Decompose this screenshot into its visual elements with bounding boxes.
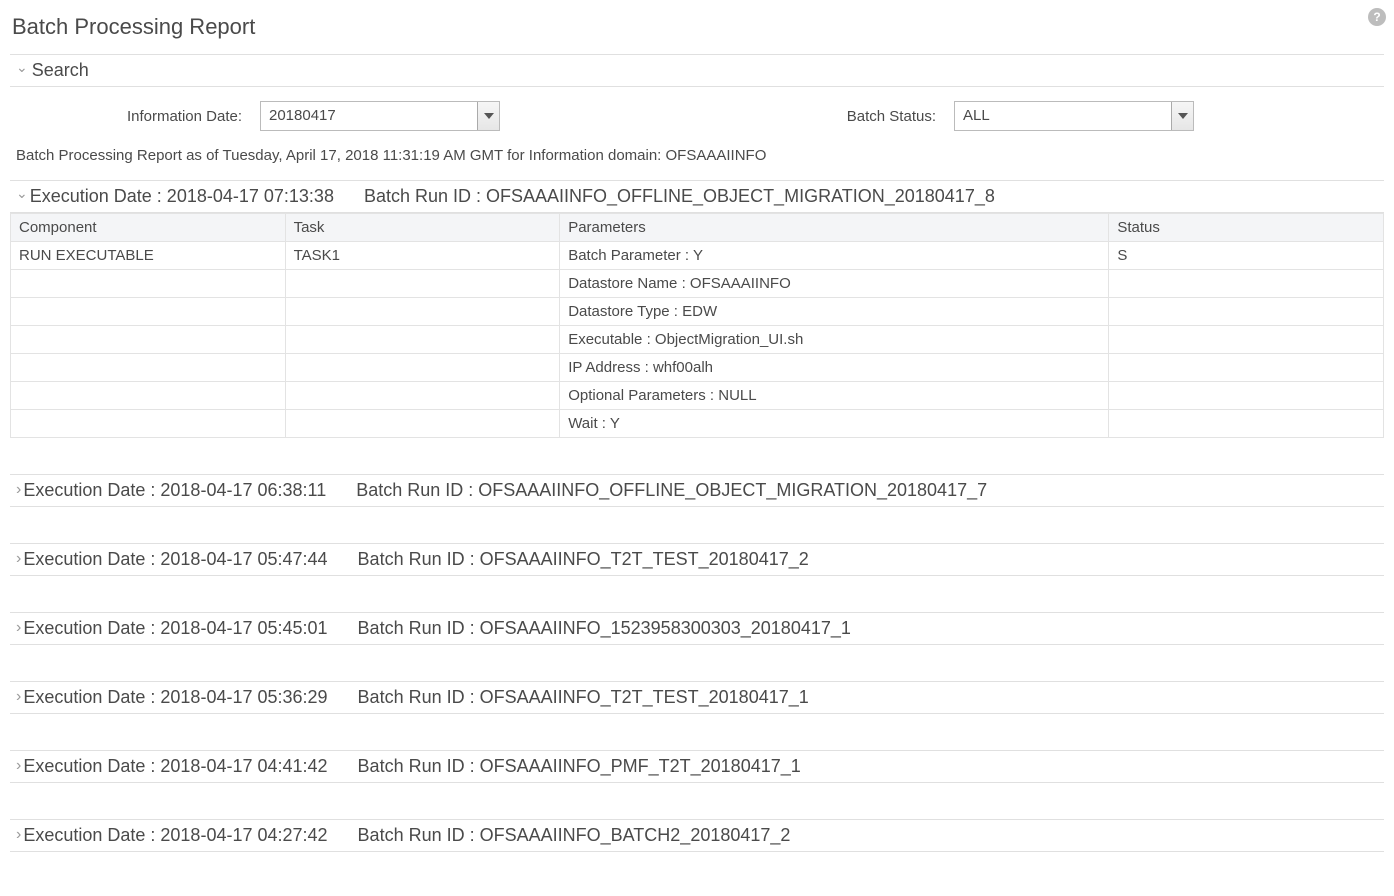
- table-row: Wait : Y: [11, 410, 1384, 438]
- table-row: RUN EXECUTABLETASK1Batch Parameter : YS: [11, 242, 1384, 270]
- execution-toggle[interactable]: Execution Date : 2018-04-17 05:36:29: [16, 687, 328, 708]
- execution-header: Execution Date : 2018-04-17 06:38:11 Batc…: [10, 474, 1384, 507]
- cell-task: [285, 410, 560, 438]
- batch-status-select[interactable]: ALL: [954, 101, 1194, 131]
- cell-status: [1109, 298, 1384, 326]
- execution-toggle[interactable]: Execution Date : 2018-04-17 07:13:38: [16, 186, 334, 207]
- execution-table: ComponentTaskParametersStatusRUN EXECUTA…: [10, 213, 1384, 438]
- batch-run-id-label: Batch Run ID : OFSAAAIINFO_T2T_TEST_2018…: [358, 687, 809, 708]
- cell-param: Datastore Name : OFSAAAIINFO: [560, 270, 1109, 298]
- cell-param: Batch Parameter : Y: [560, 242, 1109, 270]
- batch-run-id-label: Batch Run ID : OFSAAAIINFO_OFFLINE_OBJEC…: [364, 186, 995, 207]
- chevron-right-icon: [16, 828, 21, 844]
- table-row: Optional Parameters : NULL: [11, 382, 1384, 410]
- chevron-right-icon: [16, 621, 21, 637]
- table-row: Datastore Type : EDW: [11, 298, 1384, 326]
- col-header-status: Status: [1109, 214, 1384, 242]
- cell-status: [1109, 354, 1384, 382]
- chevron-right-icon: [16, 483, 21, 499]
- execution-date-label: Execution Date : 2018-04-17 06:38:11: [23, 480, 326, 501]
- col-header-task: Task: [285, 214, 560, 242]
- report-as-of-line: Batch Processing Report as of Tuesday, A…: [10, 143, 1384, 180]
- execution-toggle[interactable]: Execution Date : 2018-04-17 06:38:11: [16, 480, 326, 501]
- execution-header: Execution Date : 2018-04-17 05:45:01 Batc…: [10, 612, 1384, 645]
- cell-param: Datastore Type : EDW: [560, 298, 1109, 326]
- cell-status: [1109, 326, 1384, 354]
- execution-header: Execution Date : 2018-04-17 04:41:42 Batc…: [10, 750, 1384, 783]
- page-title: Batch Processing Report: [12, 14, 1384, 40]
- cell-task: [285, 354, 560, 382]
- cell-component: [11, 270, 286, 298]
- cell-param: Wait : Y: [560, 410, 1109, 438]
- cell-param: IP Address : whf00alh: [560, 354, 1109, 382]
- search-section-label: Search: [32, 60, 89, 81]
- batch-run-id-label: Batch Run ID : OFSAAAIINFO_OFFLINE_OBJEC…: [356, 480, 987, 501]
- cell-task: TASK1: [285, 242, 560, 270]
- execution-toggle[interactable]: Execution Date : 2018-04-17 04:27:42: [16, 825, 328, 846]
- cell-param: Optional Parameters : NULL: [560, 382, 1109, 410]
- chevron-right-icon: [16, 759, 21, 775]
- table-row: Datastore Name : OFSAAAIINFO: [11, 270, 1384, 298]
- search-row: Information Date: 20180417 Batch Status:…: [10, 93, 1384, 143]
- cell-component: [11, 382, 286, 410]
- chevron-down-icon: [16, 190, 28, 204]
- help-icon[interactable]: ?: [1368, 8, 1386, 26]
- col-header-parameters: Parameters: [560, 214, 1109, 242]
- cell-component: RUN EXECUTABLE: [11, 242, 286, 270]
- search-section-toggle[interactable]: Search: [16, 60, 89, 81]
- execution-date-label: Execution Date : 2018-04-17 05:45:01: [23, 618, 327, 639]
- batch-status-value: ALL: [955, 102, 1171, 130]
- chevron-right-icon: [16, 690, 21, 706]
- batch-run-id-label: Batch Run ID : OFSAAAIINFO_BATCH2_201804…: [358, 825, 791, 846]
- execution-header: Execution Date : 2018-04-17 07:13:38 Batc…: [10, 180, 1384, 213]
- info-date-value: 20180417: [261, 102, 477, 130]
- cell-task: [285, 326, 560, 354]
- batch-run-id-label: Batch Run ID : OFSAAAIINFO_T2T_TEST_2018…: [358, 549, 809, 570]
- execution-date-label: Execution Date : 2018-04-17 07:13:38: [30, 186, 334, 207]
- cell-component: [11, 410, 286, 438]
- dropdown-icon[interactable]: [477, 102, 499, 130]
- info-date-label: Information Date:: [10, 108, 260, 125]
- batch-status-label: Batch Status:: [724, 108, 954, 125]
- chevron-down-icon: [16, 64, 28, 78]
- cell-component: [11, 298, 286, 326]
- execution-toggle[interactable]: Execution Date : 2018-04-17 05:45:01: [16, 618, 328, 639]
- cell-component: [11, 326, 286, 354]
- execution-toggle[interactable]: Execution Date : 2018-04-17 05:47:44: [16, 549, 328, 570]
- execution-date-label: Execution Date : 2018-04-17 04:27:42: [23, 825, 327, 846]
- execution-header: Execution Date : 2018-04-17 05:36:29 Batc…: [10, 681, 1384, 714]
- dropdown-icon[interactable]: [1171, 102, 1193, 130]
- table-row: IP Address : whf00alh: [11, 354, 1384, 382]
- cell-param: Executable : ObjectMigration_UI.sh: [560, 326, 1109, 354]
- cell-component: [11, 354, 286, 382]
- cell-status: [1109, 382, 1384, 410]
- info-date-select[interactable]: 20180417: [260, 101, 500, 131]
- execution-date-label: Execution Date : 2018-04-17 05:47:44: [23, 549, 327, 570]
- cell-task: [285, 298, 560, 326]
- batch-run-id-label: Batch Run ID : OFSAAAIINFO_1523958300303…: [358, 618, 851, 639]
- execution-date-label: Execution Date : 2018-04-17 04:41:42: [23, 756, 327, 777]
- chevron-right-icon: [16, 552, 21, 568]
- execution-header: Execution Date : 2018-04-17 05:47:44 Batc…: [10, 543, 1384, 576]
- cell-status: [1109, 270, 1384, 298]
- col-header-component: Component: [11, 214, 286, 242]
- cell-status: [1109, 410, 1384, 438]
- cell-task: [285, 270, 560, 298]
- table-row: Executable : ObjectMigration_UI.sh: [11, 326, 1384, 354]
- execution-header: Execution Date : 2018-04-17 04:27:42 Batc…: [10, 819, 1384, 852]
- execution-toggle[interactable]: Execution Date : 2018-04-17 04:41:42: [16, 756, 328, 777]
- batch-run-id-label: Batch Run ID : OFSAAAIINFO_PMF_T2T_20180…: [358, 756, 801, 777]
- execution-date-label: Execution Date : 2018-04-17 05:36:29: [23, 687, 327, 708]
- cell-task: [285, 382, 560, 410]
- cell-status: S: [1109, 242, 1384, 270]
